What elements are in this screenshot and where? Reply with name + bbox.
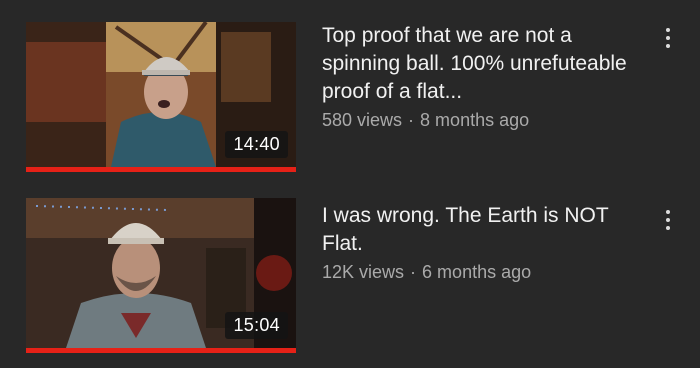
watch-progress-bar [26,167,296,172]
video-item-1[interactable]: 14:40 Top proof that we are not a spinni… [0,0,700,172]
video-duration: 15:04 [225,312,288,339]
watch-progress-bar [26,348,296,353]
video-metadata: 12K views · 6 months ago [322,262,531,283]
meta-separator: · [410,262,417,282]
video-title[interactable]: I was wrong. The Earth is NOT Flat. [322,202,632,258]
video-title[interactable]: Top proof that we are not a spinning bal… [322,22,632,106]
more-vert-icon[interactable] [656,206,680,236]
video-thumbnail[interactable]: 14:40 [26,22,296,172]
video-duration: 14:40 [225,131,288,158]
more-vert-icon[interactable] [656,24,680,54]
view-count: 580 views [322,110,403,130]
view-count: 12K views [322,262,405,282]
video-thumbnail[interactable]: 15:04 [26,198,296,353]
upload-age: 6 months ago [422,262,532,282]
video-metadata: 580 views · 8 months ago [322,110,529,131]
meta-separator: · [408,110,415,130]
video-item-2[interactable]: 15:04 I was wrong. The Earth is NOT Flat… [0,184,700,354]
upload-age: 8 months ago [420,110,530,130]
